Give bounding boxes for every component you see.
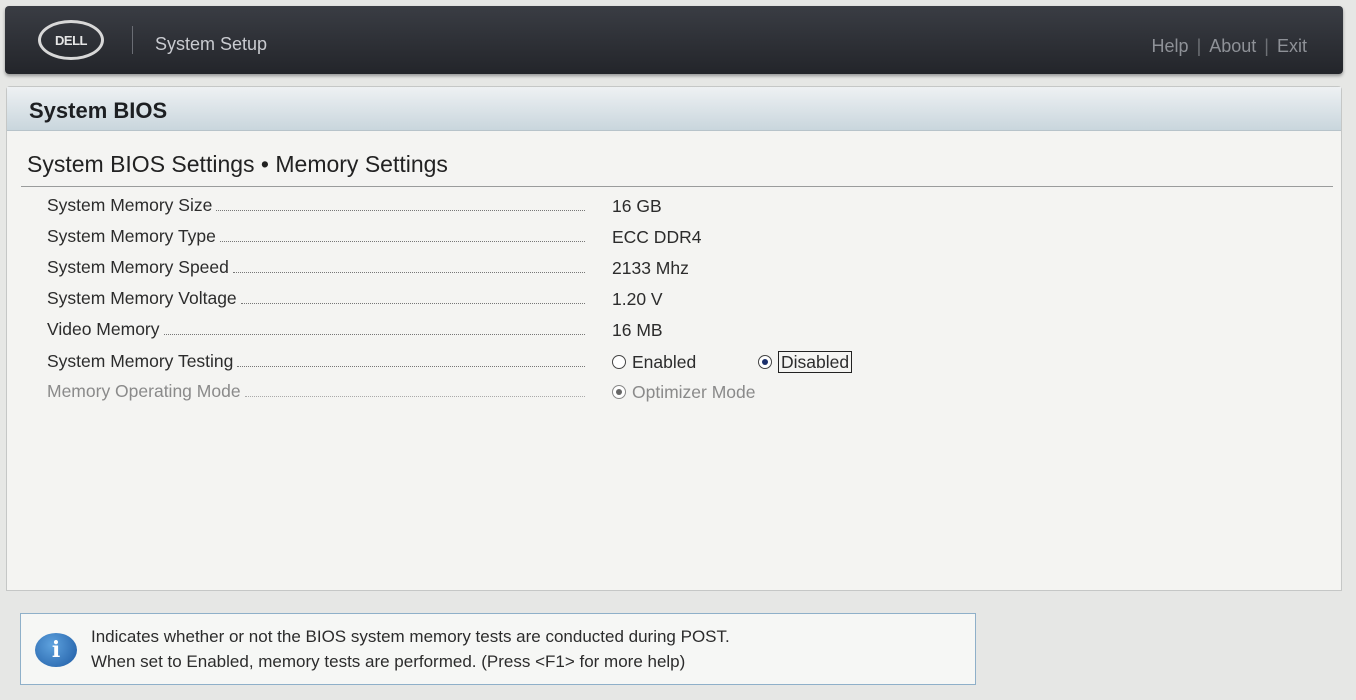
header-divider bbox=[132, 26, 133, 54]
top-bar: DELL System Setup Help | About | Exit bbox=[5, 6, 1343, 74]
app-title: System Setup bbox=[155, 34, 268, 54]
setting-value: ECC DDR4 bbox=[612, 227, 702, 247]
setting-row-memory-speed: System Memory Speed 2133 Mhz bbox=[47, 257, 1247, 283]
setting-label: Memory Operating Mode bbox=[47, 381, 241, 401]
help-line-2: When set to Enabled, memory tests are pe… bbox=[91, 652, 686, 671]
radio-group-memory-testing: Enabled Disabled bbox=[612, 351, 912, 376]
radio-enabled[interactable]: Enabled bbox=[612, 352, 696, 373]
about-link[interactable]: About bbox=[1209, 36, 1256, 56]
setting-label: System Memory Size bbox=[47, 195, 213, 215]
info-icon: i bbox=[35, 633, 77, 667]
divider bbox=[21, 186, 1333, 187]
radio-group-operating-mode: Optimizer Mode bbox=[612, 382, 756, 403]
leader-dots bbox=[237, 355, 585, 367]
leader-dots bbox=[216, 199, 585, 211]
exit-link[interactable]: Exit bbox=[1277, 36, 1307, 56]
setting-label: System Memory Testing bbox=[47, 351, 234, 371]
setting-value: 16 GB bbox=[612, 196, 662, 216]
help-text: Indicates whether or not the BIOS system… bbox=[91, 624, 730, 674]
leader-dots bbox=[244, 385, 585, 397]
help-panel: i Indicates whether or not the BIOS syst… bbox=[20, 613, 976, 685]
nav-separator: | bbox=[1196, 36, 1202, 56]
setting-value: 1.20 V bbox=[612, 289, 663, 309]
leader-dots bbox=[219, 230, 585, 242]
dell-logo: DELL bbox=[38, 20, 104, 60]
radio-checked-icon bbox=[612, 385, 626, 399]
setting-label: System Memory Speed bbox=[47, 257, 229, 277]
radio-disabled[interactable]: Disabled bbox=[758, 351, 853, 373]
breadcrumb: System BIOS Settings • Memory Settings bbox=[27, 151, 448, 177]
setting-row-memory-size: System Memory Size 16 GB bbox=[47, 195, 1247, 221]
leader-dots bbox=[232, 261, 585, 273]
setting-label: System Memory Type bbox=[47, 226, 216, 246]
help-line-1: Indicates whether or not the BIOS system… bbox=[91, 627, 730, 646]
logo-text: DELL bbox=[55, 32, 87, 48]
radio-label-focused: Disabled bbox=[778, 351, 853, 373]
help-link[interactable]: Help bbox=[1152, 36, 1189, 56]
nav-separator: | bbox=[1264, 36, 1269, 56]
setting-value: 16 MB bbox=[612, 320, 663, 340]
settings-panel: System BIOS System BIOS Settings • Memor… bbox=[6, 86, 1342, 591]
leader-dots bbox=[163, 323, 585, 335]
setting-row-video-memory: Video Memory 16 MB bbox=[47, 319, 1247, 345]
panel-title: System BIOS bbox=[7, 87, 1341, 131]
setting-label: Video Memory bbox=[47, 319, 160, 339]
setting-label: System Memory Voltage bbox=[47, 288, 237, 308]
setting-row-memory-type: System Memory Type ECC DDR4 bbox=[47, 226, 1247, 252]
radio-label: Optimizer Mode bbox=[632, 382, 756, 402]
radio-checked-icon bbox=[758, 355, 772, 369]
radio-label: Enabled bbox=[632, 352, 697, 372]
top-nav: Help | About | Exit bbox=[1152, 36, 1307, 57]
leader-dots bbox=[240, 292, 585, 304]
setting-row-operating-mode: Memory Operating Mode Optimizer Mode bbox=[47, 381, 1247, 407]
setting-row-memory-voltage: System Memory Voltage 1.20 V bbox=[47, 288, 1247, 314]
radio-unchecked-icon bbox=[612, 355, 626, 369]
setting-value: 2133 Mhz bbox=[612, 258, 689, 278]
setting-row-memory-testing: System Memory Testing Enabled Disabled bbox=[47, 351, 1247, 377]
